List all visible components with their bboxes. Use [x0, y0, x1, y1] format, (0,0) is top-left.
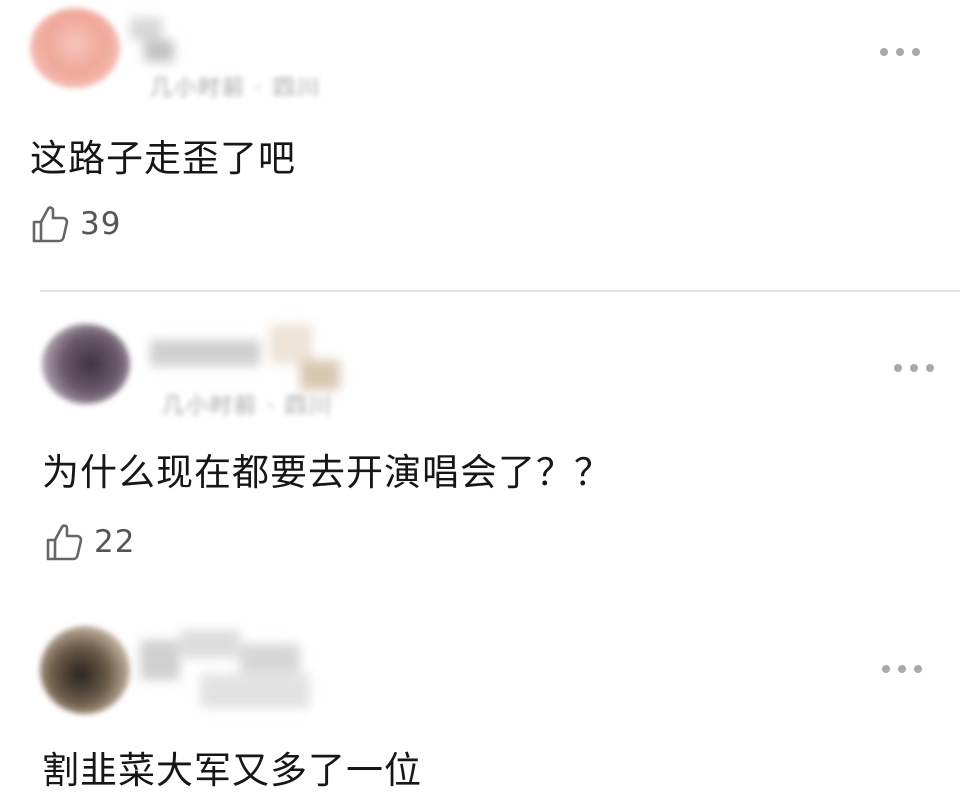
avatar[interactable]	[42, 324, 130, 404]
avatar[interactable]	[30, 8, 120, 88]
thumbs-up-icon	[30, 204, 70, 244]
more-dots-icon	[880, 48, 888, 56]
comment-text: 这路子走歪了吧	[30, 137, 296, 180]
more-dots-icon	[894, 364, 902, 372]
avatar[interactable]	[40, 626, 130, 714]
more-options-button[interactable]	[894, 358, 934, 378]
username-blurred[interactable]	[140, 626, 330, 716]
username-blurred[interactable]	[130, 18, 190, 62]
more-options-button[interactable]	[880, 42, 920, 62]
comment-list: 几小时前 · 四川 这路子走歪了吧 39 几小时前 · 四川 为什么现在都要去开…	[0, 0, 960, 805]
comment-meta: 几小时前 · 四川	[162, 394, 333, 419]
more-dots-icon	[882, 665, 890, 673]
comment-item: 割韭菜大军又多了一位	[0, 612, 960, 805]
comment-text: 为什么现在都要去开演唱会了？？	[42, 451, 612, 494]
like-count: 39	[80, 206, 122, 242]
comment-item: 几小时前 · 四川 为什么现在都要去开演唱会了？？ 22	[0, 292, 960, 612]
comment-text: 割韭菜大军又多了一位	[42, 749, 422, 792]
username-blurred[interactable]	[150, 320, 360, 390]
comment-meta: 几小时前 · 四川	[150, 76, 321, 101]
like-button[interactable]: 39	[30, 204, 121, 244]
like-button[interactable]: 22	[44, 522, 135, 562]
like-count: 22	[94, 524, 136, 560]
more-options-button[interactable]	[882, 659, 922, 679]
comment-item: 几小时前 · 四川 这路子走歪了吧 39	[0, 0, 960, 290]
thumbs-up-icon	[44, 522, 84, 562]
